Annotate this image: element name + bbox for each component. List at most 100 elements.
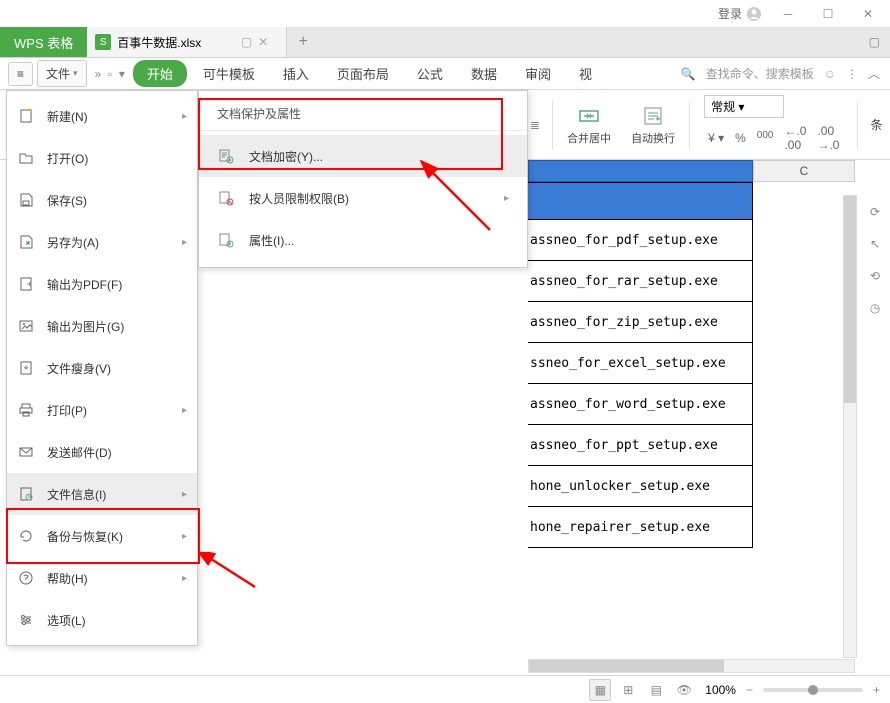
ribbon-tab-review[interactable]: 审阅: [513, 58, 563, 89]
search-icon[interactable]: 🔍: [681, 67, 696, 81]
file-item-new[interactable]: 新建(N)▸: [7, 95, 197, 137]
file-item-image[interactable]: 输出为图片(G): [7, 305, 197, 347]
hamburger-menu[interactable]: ≡: [8, 62, 33, 86]
scrollbar-vertical[interactable]: [843, 195, 857, 658]
table-cell[interactable]: hone_unlocker_setup.exe: [528, 466, 753, 507]
file-menu-button[interactable]: 文件▾: [37, 60, 87, 87]
document-title: 百事牛数据.xlsx: [117, 34, 201, 51]
email-icon: [17, 443, 35, 461]
options-icon: [17, 611, 35, 629]
decrease-decimal-button[interactable]: .00→.0: [813, 122, 843, 154]
submenu-header: 文档保护及属性: [199, 97, 527, 131]
zoom-slider[interactable]: [763, 688, 863, 692]
ribbon-misc-icon[interactable]: ≣: [530, 118, 540, 132]
submenu-restrict[interactable]: 按人员限制权限(B)▸: [199, 177, 527, 219]
add-tab-button[interactable]: +: [287, 27, 319, 57]
table-cell[interactable]: hone_repairer_setup.exe: [528, 507, 753, 548]
file-item-slim[interactable]: 文件瘦身(V): [7, 347, 197, 389]
view-layout-icon[interactable]: ▤: [645, 679, 667, 701]
save-icon: [17, 191, 35, 209]
minimize-button[interactable]: ─: [774, 3, 802, 25]
col-header-selected[interactable]: [528, 160, 753, 182]
table-cell[interactable]: ssneo_for_excel_setup.exe: [528, 343, 753, 384]
zoom-in-button[interactable]: +: [873, 683, 880, 697]
encrypt-icon: [217, 147, 235, 165]
info-icon: [17, 485, 35, 503]
help-dropdown[interactable]: ⋮: [846, 67, 858, 81]
close-button[interactable]: ✕: [854, 3, 882, 25]
pdf-icon: [17, 275, 35, 293]
search-input[interactable]: 查找命令、搜索模板: [706, 65, 814, 82]
ribbon-tab-insert[interactable]: 插入: [271, 58, 321, 89]
collapse-ribbon-icon[interactable]: ︿: [868, 65, 880, 82]
window-list-icon[interactable]: ▢: [869, 35, 880, 49]
col-header-c[interactable]: C: [753, 160, 855, 182]
ribbon-tab-template[interactable]: 可牛模板: [191, 58, 267, 89]
tab-wps[interactable]: WPS 表格: [0, 27, 87, 57]
zoom-out-button[interactable]: −: [746, 683, 753, 697]
wrap-text-button[interactable]: 自动换行: [625, 100, 681, 150]
present-icon[interactable]: ▢: [241, 35, 252, 49]
backup-icon: [17, 527, 35, 545]
table-cell[interactable]: assneo_for_ppt_setup.exe: [528, 425, 753, 466]
tab-close-icon[interactable]: ✕: [258, 35, 268, 49]
comma-button[interactable]: 000: [753, 128, 778, 148]
file-item-email[interactable]: 发送邮件(D): [7, 431, 197, 473]
table-cell[interactable]: assneo_for_zip_setup.exe: [528, 302, 753, 343]
properties-icon: [217, 231, 235, 249]
maximize-button[interactable]: ☐: [814, 3, 842, 25]
view-normal-icon[interactable]: ▦: [589, 679, 611, 701]
submenu-encrypt[interactable]: 文档加密(Y)...: [199, 135, 527, 177]
image-icon: [17, 317, 35, 335]
file-item-pdf[interactable]: 输出为PDF(F): [7, 263, 197, 305]
menu-overflow[interactable]: » ▫ ▾: [91, 67, 129, 81]
wrap-icon: [641, 104, 665, 128]
ribbon-tab-start[interactable]: 开始: [133, 60, 187, 87]
ribbon-end-label: 条: [866, 116, 886, 133]
table-cell[interactable]: assneo_for_word_setup.exe: [528, 384, 753, 425]
file-item-options[interactable]: 选项(L): [7, 599, 197, 641]
zoom-level[interactable]: 100%: [705, 683, 736, 697]
number-format-select[interactable]: 常规 ▾: [704, 95, 784, 118]
user-icon: [746, 6, 762, 22]
history-icon[interactable]: ◷: [864, 297, 886, 319]
ribbon-tab-view[interactable]: 视: [567, 58, 604, 89]
tab-document[interactable]: S 百事牛数据.xlsx ▢ ✕: [87, 27, 287, 57]
file-item-info[interactable]: 文件信息(I)▸: [7, 473, 197, 515]
file-item-save[interactable]: 保存(S): [7, 179, 197, 221]
file-item-help[interactable]: 帮助(H)▸: [7, 557, 197, 599]
file-item-print[interactable]: 打印(P)▸: [7, 389, 197, 431]
cell-header[interactable]: [528, 182, 753, 220]
table-cell[interactable]: assneo_for_pdf_setup.exe: [528, 220, 753, 261]
currency-button[interactable]: ¥ ▾: [704, 129, 728, 147]
spreadsheet-icon: S: [95, 34, 111, 50]
percent-button[interactable]: %: [731, 129, 750, 147]
view-reading-icon[interactable]: 👁: [673, 679, 695, 701]
spreadsheet-grid[interactable]: C assneo_for_pdf_setup.exe assneo_for_ra…: [528, 160, 855, 673]
file-item-backup[interactable]: 备份与恢复(K)▸: [7, 515, 197, 557]
open-icon: [17, 149, 35, 167]
select-tool-icon[interactable]: ↖: [864, 233, 886, 255]
new-icon: [17, 107, 35, 125]
view-pagebreak-icon[interactable]: ⊞: [617, 679, 639, 701]
file-menu-dropdown: 新建(N)▸ 打开(O) 保存(S) 另存为(A)▸ 输出为PDF(F) 输出为…: [6, 90, 198, 646]
feedback-icon[interactable]: ☺: [824, 67, 836, 81]
merge-icon: [577, 104, 601, 128]
ribbon-tab-formula[interactable]: 公式: [405, 58, 455, 89]
file-info-submenu: 文档保护及属性 文档加密(Y)... 按人员限制权限(B)▸ 属性(I)...: [198, 90, 528, 268]
print-icon: [17, 401, 35, 419]
submenu-properties[interactable]: 属性(I)...: [199, 219, 527, 261]
panel-toggle-icon[interactable]: ⟳: [864, 201, 886, 223]
help-icon: [17, 569, 35, 587]
ribbon-tab-layout[interactable]: 页面布局: [325, 58, 401, 89]
table-cell[interactable]: assneo_for_rar_setup.exe: [528, 261, 753, 302]
merge-cells-button[interactable]: 合并居中: [561, 100, 617, 150]
slim-icon: [17, 359, 35, 377]
ribbon-tab-data[interactable]: 数据: [459, 58, 509, 89]
scrollbar-horizontal[interactable]: [528, 659, 855, 673]
increase-decimal-button[interactable]: ←.0.00: [780, 122, 810, 154]
file-item-open[interactable]: 打开(O): [7, 137, 197, 179]
login-button[interactable]: 登录: [718, 5, 762, 22]
file-item-saveas[interactable]: 另存为(A)▸: [7, 221, 197, 263]
refresh-icon[interactable]: ⟲: [864, 265, 886, 287]
